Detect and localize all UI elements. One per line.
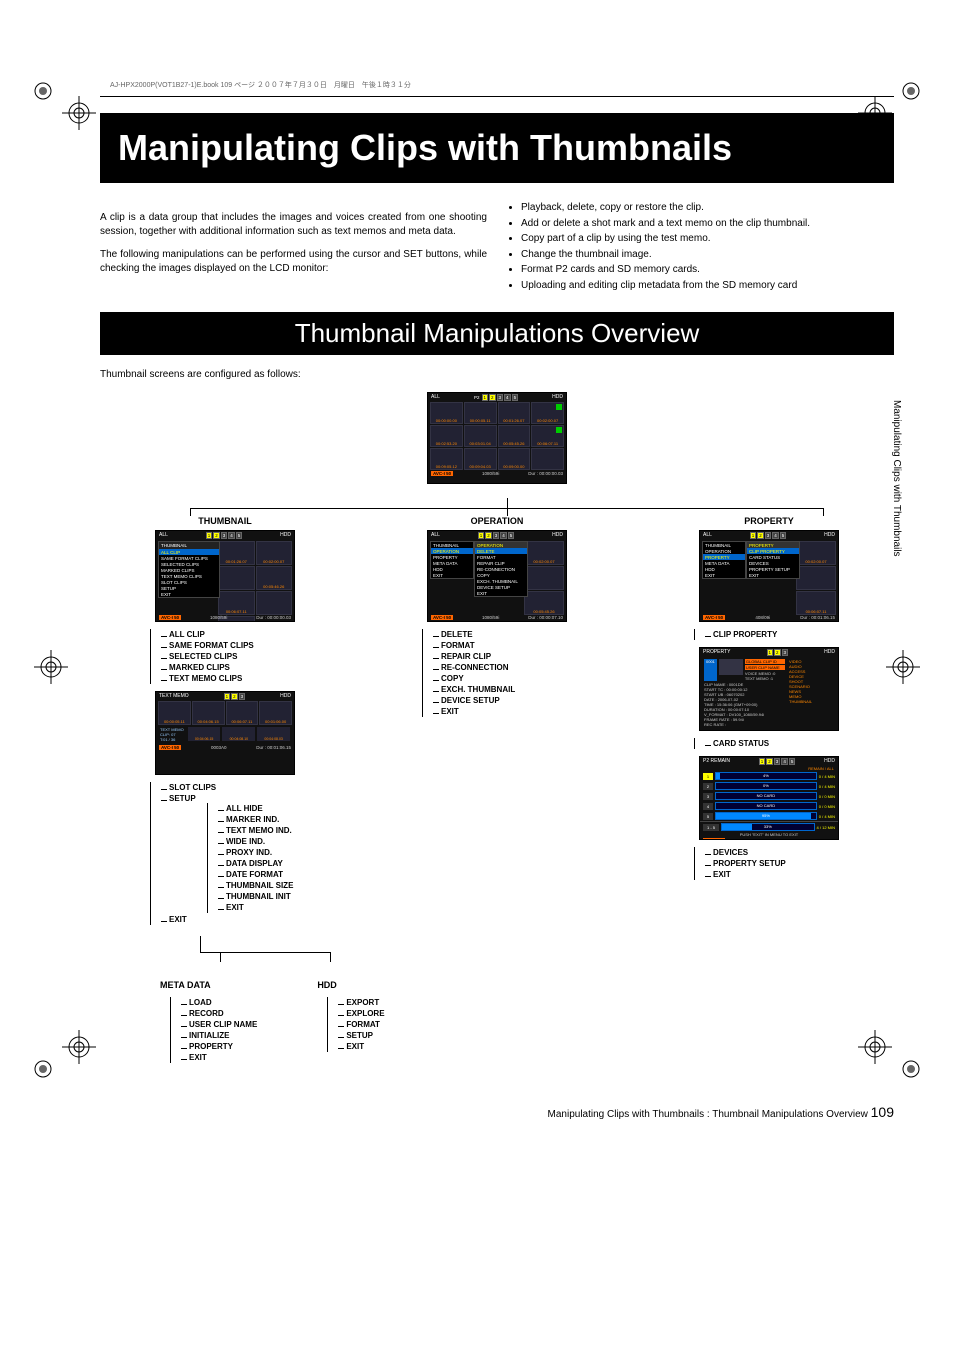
col-title-property: PROPERTY — [684, 516, 854, 526]
label-hdd: HDD — [552, 394, 563, 401]
tree-item: LOAD — [181, 997, 257, 1008]
page-footer: Manipulating Clips with Thumbnails : Thu… — [100, 1104, 894, 1120]
tree-item: REPAIR CLIP — [433, 651, 582, 662]
intro-bullet: Playback, delete, copy or restore the cl… — [521, 201, 894, 215]
tree-item: THUMBNAIL SIZE — [218, 880, 310, 891]
tree-item: DELETE — [433, 629, 582, 640]
tree-item: EXIT — [218, 902, 310, 913]
screenshot-clip-property: PROPERTY 123 HDD 0001 GLOBAL CLIP ID USE — [699, 647, 839, 731]
thumbnail-cell: 00:00:00.00 — [430, 402, 463, 424]
slot-badge: 4 — [504, 394, 511, 401]
tree-item: EXIT — [161, 914, 310, 925]
tree-item: SETUP — [338, 1030, 384, 1041]
chapter-title: Manipulating Clips with Thumbnails — [100, 113, 894, 183]
screenshot-card-status: P2 REMAIN 12345 HDD REMAIN / ALL 14%0 / … — [699, 756, 839, 840]
intro-bullet: Format P2 cards and SD memory cards. — [521, 263, 894, 277]
tree-item: DATA DISPLAY — [218, 858, 310, 869]
thumbnail-cell: 00:02:53.20 — [430, 425, 463, 447]
tree-item: EXCH. THUMBNAIL — [433, 684, 582, 695]
metadata-title: META DATA — [160, 980, 257, 990]
section-title: Thumbnail Manipulations Overview — [100, 312, 894, 355]
intro-p2: The following manipulations can be perfo… — [100, 248, 487, 275]
tree-item: SELECTED CLIPS — [161, 651, 310, 662]
thumbnail-cell: 00:01:26.07 — [498, 402, 531, 424]
tree-item: PROPERTY SETUP — [705, 858, 854, 869]
thumbnail-cell — [531, 448, 564, 470]
tree-item: DEVICE SETUP — [433, 695, 582, 706]
tree-item: WIDE IND. — [218, 836, 310, 847]
thumbnail-cell: 00:09:00.00 — [498, 448, 531, 470]
tree-item: MARKER IND. — [218, 814, 310, 825]
tree-item: USER CLIP NAME — [181, 1019, 257, 1030]
tree-item: TEXT MEMO IND. — [218, 825, 310, 836]
intro-bullet: Add or delete a shot mark and a text mem… — [521, 217, 894, 231]
tree-item: ALL HIDE — [218, 803, 310, 814]
intro: A clip is a data group that includes the… — [100, 201, 894, 294]
footer-text: Manipulating Clips with Thumbnails : Thu… — [548, 1109, 868, 1120]
slot-badge: 2 — [489, 394, 496, 401]
tree-item: CLIP PROPERTY — [705, 629, 854, 640]
diagram-col-property: PROPERTY ALL 12345 HDD 00:02:00.0700:06:… — [684, 516, 854, 932]
tree-item: SLOT CLIPS — [161, 782, 310, 793]
tree-item: EXIT — [338, 1041, 384, 1052]
col-title-thumbnail: THUMBNAIL — [140, 516, 310, 526]
section-subtext: Thumbnail screens are configured as foll… — [100, 369, 894, 380]
screenshot-operation-menu: ALL 12345 HDD 00:02:00.0700:05:45.26 THU… — [427, 530, 567, 622]
intro-p1: A clip is a data group that includes the… — [100, 211, 487, 238]
thumbnail-cell: 00:03:01.04 — [464, 425, 497, 447]
intro-bullet: Change the thumbnail image. — [521, 248, 894, 262]
thumbnail-cell: 00:02:00.07 — [531, 402, 564, 424]
tree-item: SAME FORMAT CLIPS — [161, 640, 310, 651]
screenshot-thumbnail-menu: ALL 12345 HDD 00:01:26.0700:02:00.0700:0… — [155, 530, 295, 622]
tree-item: DATE FORMAT — [218, 869, 310, 880]
thumbnail-cell: 00:00:05.11 — [464, 402, 497, 424]
tree-item: MARKED CLIPS — [161, 662, 310, 673]
screenshot-thumbnail-main: ALL P2 12345 HDD 00:00:00.0000:00:05.110… — [427, 392, 567, 484]
metadata-block: META DATA LOADRECORDUSER CLIP NAMEINITIA… — [160, 980, 257, 1070]
tree-item: COPY — [433, 673, 582, 684]
hdd-block: HDD EXPORTEXPLOREFORMATSETUPEXIT — [317, 980, 384, 1070]
menu-item: EXIT — [159, 591, 219, 597]
thumbnail-cell: 00:06:07.11 — [531, 425, 564, 447]
thumbnail-cell: 00:09:05.12 — [430, 448, 463, 470]
col-title-operation: OPERATION — [412, 516, 582, 526]
screenshot-property-menu: ALL 12345 HDD 00:02:00.0700:06:07.11 THU… — [699, 530, 839, 622]
thumbnail-cell: 00:09:04.03 — [464, 448, 497, 470]
tree-item: FORMAT — [433, 640, 582, 651]
slot-badge: 3 — [497, 394, 504, 401]
tree-item: PROPERTY — [181, 1041, 257, 1052]
tree-item: EXPLORE — [338, 1008, 384, 1019]
tree-item: EXPORT — [338, 997, 384, 1008]
tree-item: EXIT — [705, 869, 854, 880]
tree-item: EXIT — [433, 706, 582, 717]
diagram-col-operation: OPERATION ALL 12345 HDD 00:02:00.0700:05… — [412, 516, 582, 932]
screenshot-textmemo: TEXT MEMO 123 HDD 00:00:05.1100:04:06.15… — [155, 691, 295, 775]
slot-badge: 5 — [512, 394, 519, 401]
tree-item: PROXY IND. — [218, 847, 310, 858]
label-all: ALL — [431, 394, 440, 401]
tree-item: DEVICES — [705, 847, 854, 858]
slot-badge: 1 — [482, 394, 489, 401]
chapter-title-text: Manipulating Clips with Thumbnails — [118, 127, 876, 169]
header-bar: AJ-HPX2000P(VOT1B27-1)E.book 109 ページ ２００… — [100, 80, 894, 90]
tree-item: ALL CLIP — [161, 629, 310, 640]
tree-item: RECORD — [181, 1008, 257, 1019]
tree-item: SETUPALL HIDEMARKER IND.TEXT MEMO IND.WI… — [161, 793, 310, 914]
tree-item: CARD STATUS — [705, 738, 854, 749]
tree-item: EXIT — [181, 1052, 257, 1063]
diagram-col-thumbnail: THUMBNAIL ALL 12345 HDD 00:01:26.0700:02… — [140, 516, 310, 932]
page-number: 109 — [871, 1104, 894, 1120]
thumbnail-cell: 00:05:45.26 — [498, 425, 531, 447]
intro-bullet: Uploading and editing clip metadata from… — [521, 279, 894, 293]
tree-item: RE-CONNECTION — [433, 662, 582, 673]
hdd-title: HDD — [317, 980, 384, 990]
tree-item: INITIALIZE — [181, 1030, 257, 1041]
intro-bullet: Copy part of a clip by using the test me… — [521, 232, 894, 246]
tree-item: THUMBNAIL INIT — [218, 891, 310, 902]
tree-item: FORMAT — [338, 1019, 384, 1030]
tree-item: TEXT MEMO CLIPS — [161, 673, 310, 684]
